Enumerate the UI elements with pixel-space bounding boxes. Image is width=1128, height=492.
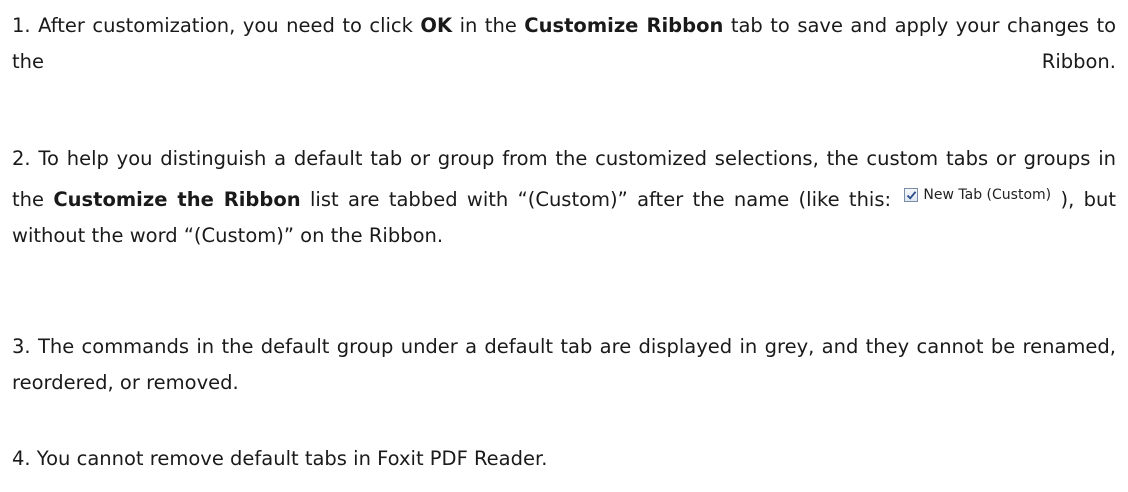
note-number: 1. — [12, 14, 31, 37]
note-number: 4. — [12, 447, 31, 470]
note-item-1: 1. After customization, you need to clic… — [12, 8, 1116, 80]
note-item-2: 2. To help you distinguish a default tab… — [12, 147, 1116, 247]
bold-ok: OK — [420, 14, 453, 37]
custom-tab-example-label: New Tab (Custom) — [923, 187, 1052, 203]
checked-checkbox-icon — [904, 188, 919, 202]
custom-tab-example: New Tab (Custom) — [904, 177, 1051, 213]
bold-customize-the-ribbon: Customize the Ribbon — [53, 188, 301, 211]
bold-customize-ribbon: Customize Ribbon — [524, 14, 724, 37]
note-item-4: 4. You cannot remove default tabs in Fox… — [12, 447, 548, 470]
note-item-3: 3. The commands in the default group und… — [12, 335, 1116, 394]
note-number: 2. — [12, 147, 31, 170]
note-number: 3. — [12, 335, 31, 358]
note-1-line-1: 1. After customization, you need to clic… — [12, 14, 1117, 73]
